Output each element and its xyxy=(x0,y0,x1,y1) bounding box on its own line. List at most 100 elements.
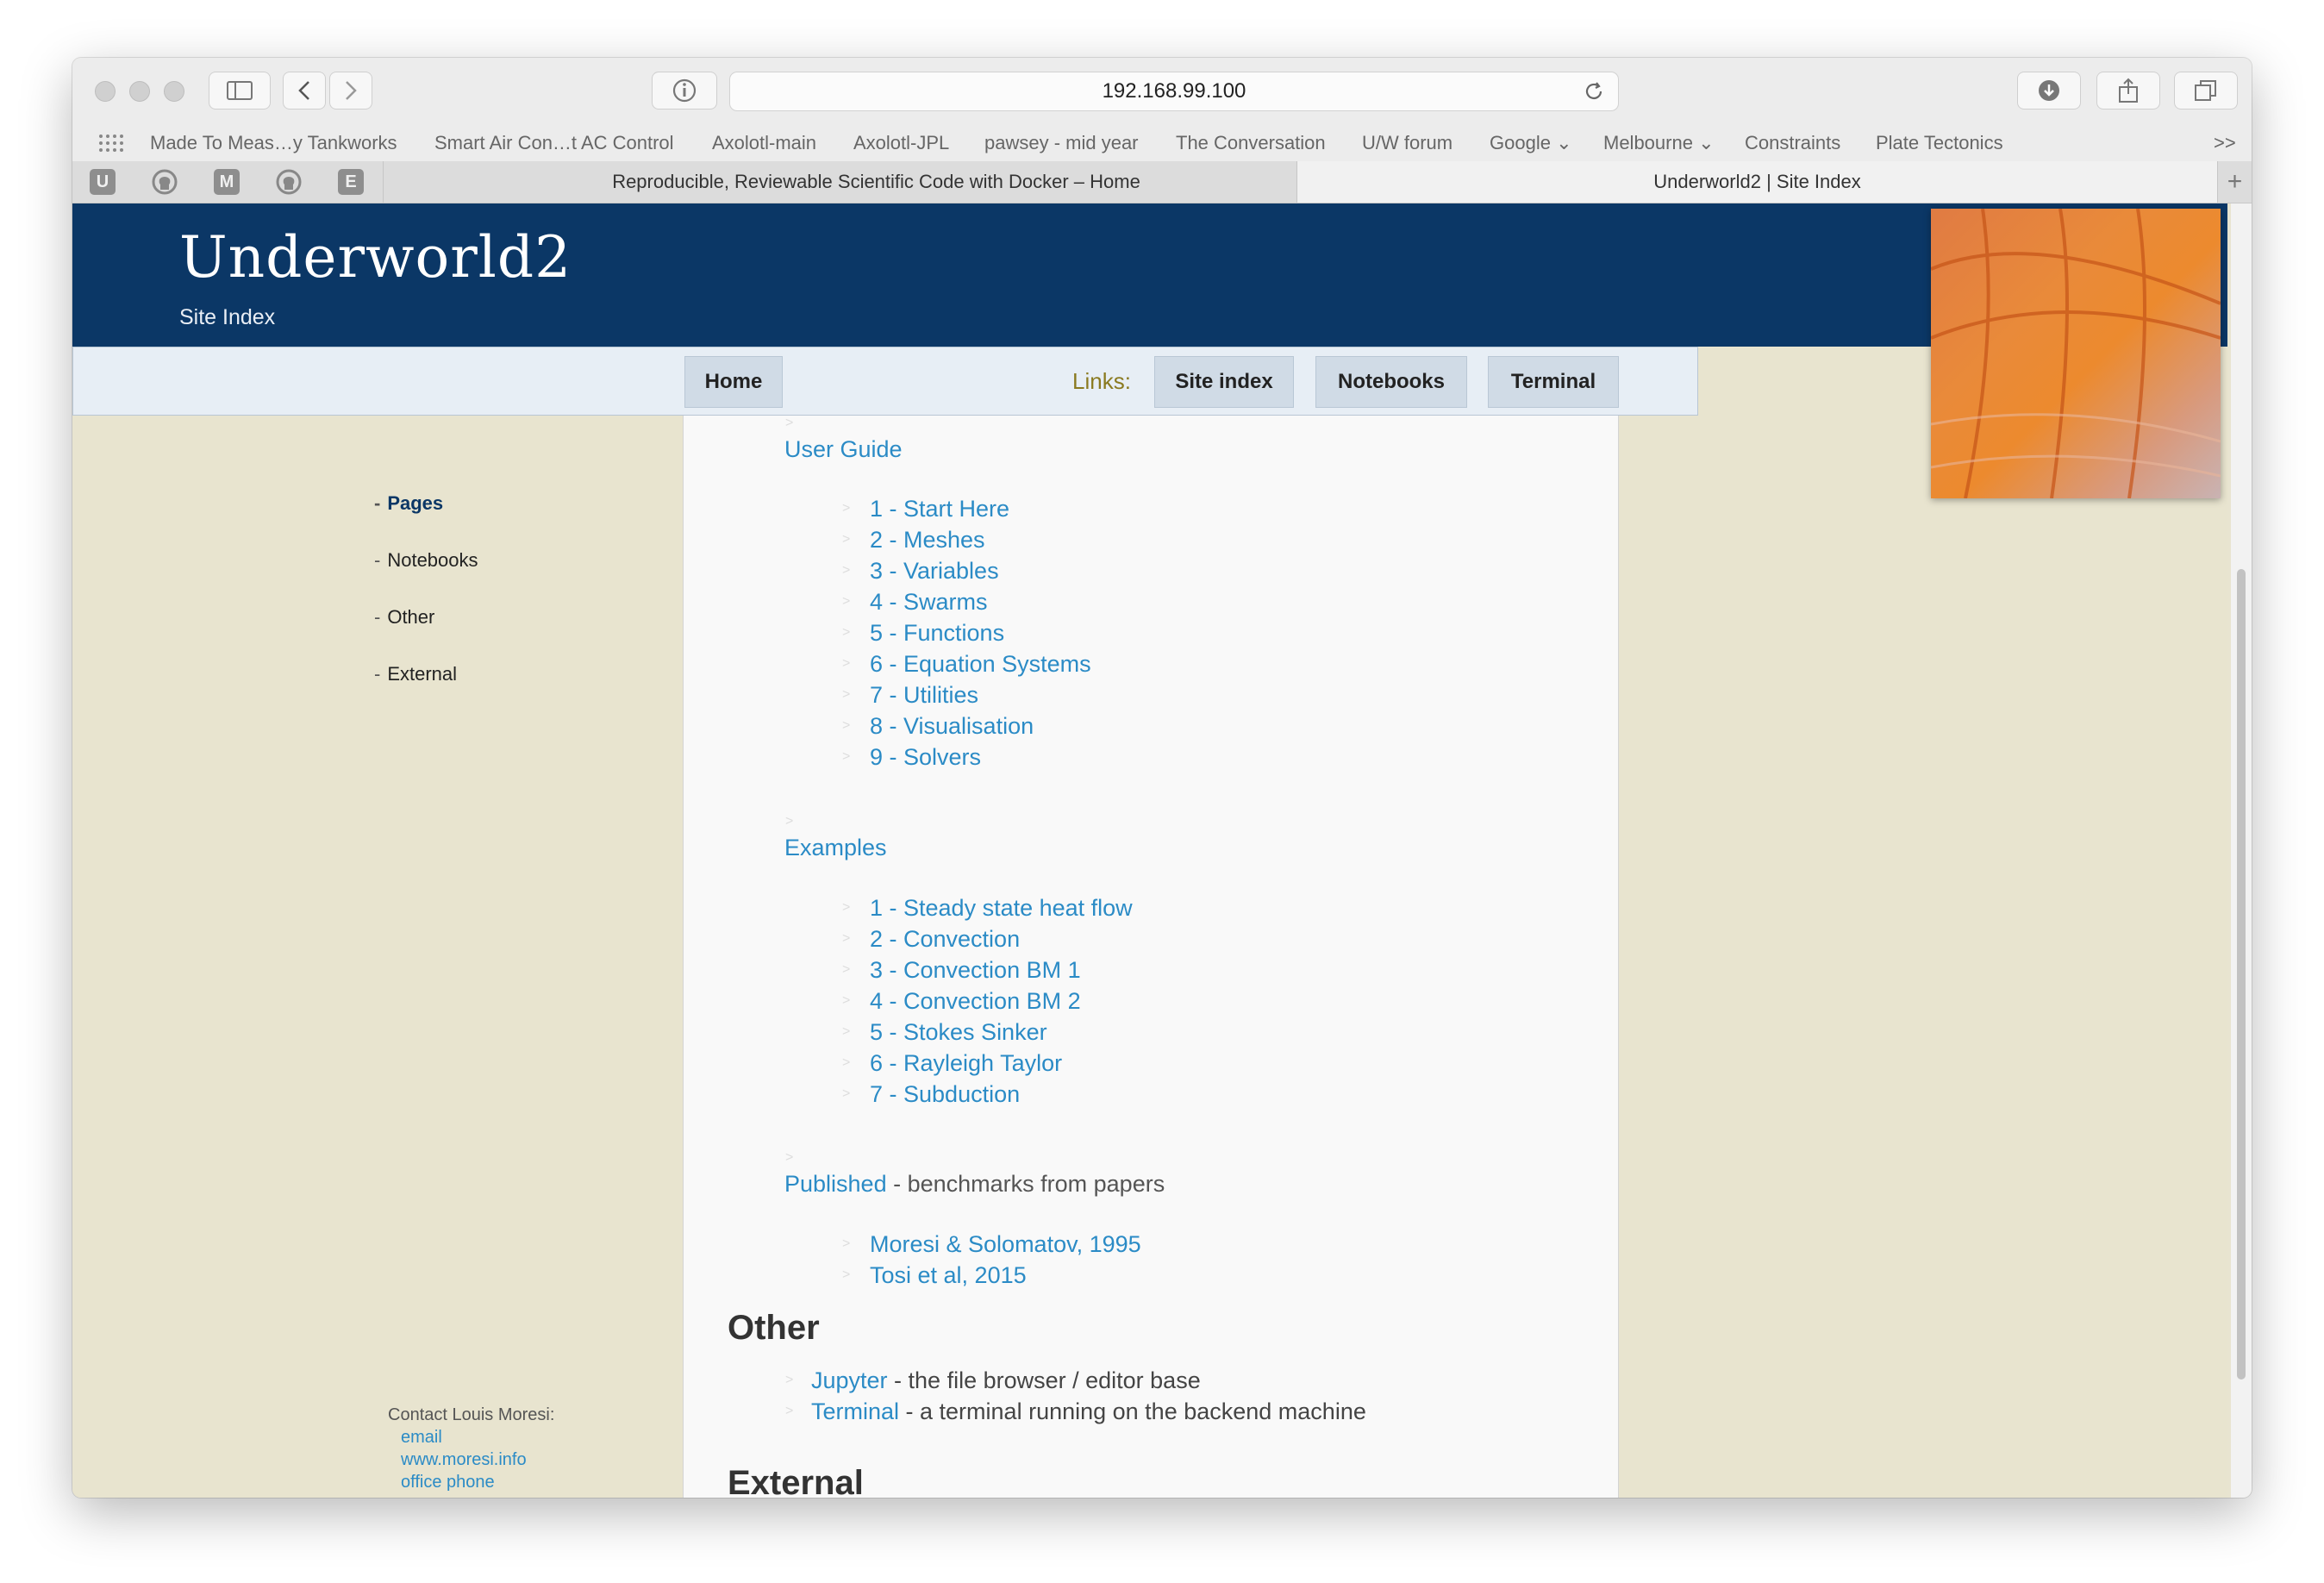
example-item-4[interactable]: 4 - Convection BM 2 xyxy=(870,988,1081,1015)
caret-icon: > xyxy=(842,501,851,516)
sidebar-item-notebooks[interactable]: - Notebooks xyxy=(374,549,478,572)
site-title[interactable]: Underworld2 xyxy=(179,224,572,291)
bookmark-axolotl-jpl[interactable]: Axolotl-JPL xyxy=(853,132,949,154)
example-item-1[interactable]: 1 - Steady state heat flow xyxy=(870,895,1133,922)
terminal-description: - a terminal running on the backend mach… xyxy=(899,1398,1366,1424)
nav-home-button[interactable]: Home xyxy=(684,356,783,408)
jupyter-link[interactable]: Jupyter xyxy=(811,1367,888,1393)
page-scrollbar[interactable] xyxy=(2231,203,2252,1498)
pinned-tab-github-1[interactable] xyxy=(150,168,179,196)
nav-terminal-button[interactable]: Terminal xyxy=(1488,356,1619,408)
chevron-left-icon xyxy=(298,81,309,100)
tab-site-index[interactable]: Underworld2 | Site Index xyxy=(1296,161,2217,203)
sidebar-dash: - xyxy=(374,663,381,685)
pinned-tab-e[interactable]: E xyxy=(336,168,365,196)
minimize-window-button[interactable] xyxy=(129,81,150,102)
sidebar-dash: - xyxy=(374,492,381,514)
sidebar-item-label: Notebooks xyxy=(387,549,478,571)
user-guide-item-4[interactable]: 4 - Swarms xyxy=(870,589,988,616)
chevron-down-icon: ⌄ xyxy=(1556,132,1572,153)
user-guide-link[interactable]: User Guide xyxy=(784,436,903,463)
bookmark-axolotl-main[interactable]: Axolotl-main xyxy=(712,132,816,154)
downloads-button[interactable] xyxy=(2017,72,2081,109)
sidebar-item-other[interactable]: - Other xyxy=(374,606,434,629)
caret-icon: > xyxy=(842,900,851,915)
pinned-tab-github-2[interactable] xyxy=(274,168,303,196)
site-navbar: Home Links: Site index Notebooks Termina… xyxy=(72,347,1698,416)
sidebar-dash: - xyxy=(374,606,381,628)
zoom-window-button[interactable] xyxy=(164,81,184,102)
sidebar-toggle-button[interactable] xyxy=(209,72,271,109)
caret-icon: > xyxy=(842,931,851,946)
back-button[interactable] xyxy=(283,72,326,109)
sidebar-item-external[interactable]: - External xyxy=(374,663,457,685)
chevron-right-icon xyxy=(346,81,357,100)
nav-notebooks-button[interactable]: Notebooks xyxy=(1315,356,1467,408)
user-guide-item-5[interactable]: 5 - Functions xyxy=(870,620,1004,647)
tabs-icon xyxy=(2195,80,2216,101)
grid-icon[interactable] xyxy=(98,134,124,153)
bookmark-plate-tectonics[interactable]: Plate Tectonics xyxy=(1876,132,2003,154)
example-item-6[interactable]: 6 - Rayleigh Taylor xyxy=(870,1050,1062,1077)
contact-phone-link[interactable]: office phone xyxy=(401,1471,554,1493)
caret-icon: > xyxy=(842,1236,851,1251)
new-tab-button[interactable]: + xyxy=(2217,161,2252,203)
contact-email-link[interactable]: email xyxy=(401,1426,554,1448)
user-guide-item-7[interactable]: 7 - Utilities xyxy=(870,682,978,709)
pinned-tab-u[interactable]: U xyxy=(88,168,117,196)
address-bar[interactable]: 192.168.99.100 xyxy=(729,72,1619,111)
bookmark-uw-forum[interactable]: U/W forum xyxy=(1362,132,1452,154)
caret-icon: > xyxy=(842,962,851,977)
example-item-2[interactable]: 2 - Convection xyxy=(870,926,1020,953)
bookmark-melbourne[interactable]: Melbourne ⌄ xyxy=(1603,132,1715,154)
examples-link[interactable]: Examples xyxy=(784,835,887,861)
sidebar-item-pages[interactable]: - Pages xyxy=(374,492,443,515)
user-guide-item-6[interactable]: 6 - Equation Systems xyxy=(870,651,1091,678)
share-button[interactable] xyxy=(2096,72,2160,109)
terminal-link[interactable]: Terminal xyxy=(811,1398,899,1424)
bookmark-constraints[interactable]: Constraints xyxy=(1745,132,1840,154)
user-guide-item-9[interactable]: 9 - Solvers xyxy=(870,744,981,771)
bookmark-tankworks[interactable]: Made To Meas…y Tankworks xyxy=(150,132,397,154)
underworld-texture-image xyxy=(1931,209,2221,498)
bookmarks-bar: Made To Meas…y Tankworks Smart Air Con…t… xyxy=(72,123,2252,162)
caret-icon: > xyxy=(842,718,851,733)
pinned-tab-m[interactable]: M xyxy=(212,168,241,196)
bookmark-google[interactable]: Google ⌄ xyxy=(1490,132,1572,154)
site-header: Underworld2 Site Index xyxy=(72,203,2227,347)
forward-button[interactable] xyxy=(329,72,372,109)
browser-window: 192.168.99.100 Made To Meas…y Tankworks … xyxy=(72,58,2252,1498)
contact-website-link[interactable]: www.moresi.info xyxy=(401,1448,554,1471)
tab-overview-button[interactable] xyxy=(2174,72,2238,109)
caret-icon: > xyxy=(785,1373,794,1387)
bookmark-the-conversation[interactable]: The Conversation xyxy=(1176,132,1326,154)
jupyter-description: - the file browser / editor base xyxy=(887,1367,1201,1393)
example-item-3[interactable]: 3 - Convection BM 1 xyxy=(870,957,1081,984)
header-image xyxy=(1931,209,2221,498)
external-heading: External xyxy=(728,1464,864,1498)
user-guide-item-3[interactable]: 3 - Variables xyxy=(870,558,999,585)
sidebar-item-label: Pages xyxy=(387,492,444,514)
user-guide-item-1[interactable]: 1 - Start Here xyxy=(870,496,1009,522)
published-link[interactable]: Published xyxy=(784,1171,887,1197)
nav-site-index-button[interactable]: Site index xyxy=(1154,356,1294,408)
site-info-button[interactable] xyxy=(652,72,717,109)
user-guide-item-8[interactable]: 8 - Visualisation xyxy=(870,713,1034,740)
caret-icon: > xyxy=(842,749,851,764)
example-item-7[interactable]: 7 - Subduction xyxy=(870,1081,1020,1108)
reload-icon[interactable] xyxy=(1582,79,1606,103)
bookmark-smart-air[interactable]: Smart Air Con…t AC Control xyxy=(434,132,674,154)
close-window-button[interactable] xyxy=(95,81,116,102)
bookmarks-overflow-button[interactable]: >> xyxy=(2214,132,2236,154)
caret-icon: > xyxy=(842,625,851,640)
plus-icon: + xyxy=(2227,167,2243,196)
nav-links-label: Links: xyxy=(1072,368,1131,394)
paper-moresi-solomatov[interactable]: Moresi & Solomatov, 1995 xyxy=(870,1231,1141,1258)
example-item-5[interactable]: 5 - Stokes Sinker xyxy=(870,1019,1047,1046)
paper-tosi[interactable]: Tosi et al, 2015 xyxy=(870,1262,1027,1289)
caret-icon: > xyxy=(785,814,794,829)
tab-docker-home[interactable]: Reproducible, Reviewable Scientific Code… xyxy=(383,161,1369,203)
scrollbar-thumb[interactable] xyxy=(2237,569,2246,1380)
bookmark-pawsey[interactable]: pawsey - mid year xyxy=(984,132,1139,154)
user-guide-item-2[interactable]: 2 - Meshes xyxy=(870,527,985,554)
